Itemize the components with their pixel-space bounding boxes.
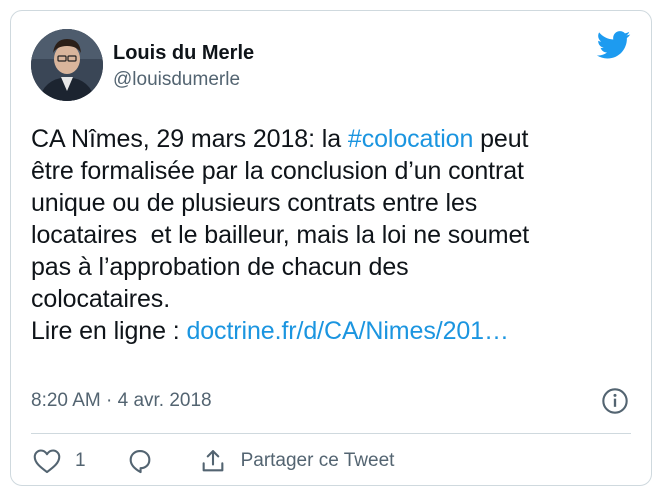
info-icon[interactable] bbox=[601, 387, 629, 415]
tweet-text-segment: peut bbox=[473, 125, 529, 153]
author-handle[interactable]: @louisdumerle bbox=[113, 67, 254, 93]
twitter-bird-icon[interactable] bbox=[596, 31, 631, 59]
tweet-line-4: locataires et le bailleur, mais la loi n… bbox=[31, 221, 530, 249]
tweet-line-3: unique ou de plusieurs contrats entre le… bbox=[31, 189, 478, 217]
tweet-timestamp[interactable]: 8:20 AM · 4 avr. 2018 bbox=[31, 389, 212, 413]
like-button[interactable]: 1 bbox=[33, 447, 86, 475]
author-display-name[interactable]: Louis du Merle bbox=[113, 41, 254, 65]
heart-icon bbox=[33, 448, 61, 474]
share-button[interactable]: Partager ce Tweet bbox=[199, 447, 395, 475]
hashtag-link[interactable]: #colocation bbox=[348, 125, 473, 153]
tweet-line-7: Lire en ligne : doctrine.fr/d/CA/Nimes/2… bbox=[31, 315, 641, 347]
tweet-line-2: être formalisée par la conclusion d’un c… bbox=[31, 157, 524, 185]
article-link[interactable]: doctrine.fr/d/CA/Nimes/201… bbox=[186, 317, 509, 345]
tweet-actions: 1 Partager ce Tweet bbox=[33, 447, 394, 475]
tweet-line-5: pas à l’approbation de chacun des bbox=[31, 253, 409, 281]
avatar[interactable] bbox=[31, 29, 103, 101]
tweet-card: Louis du Merle @louisdumerle CA Nîmes, 2… bbox=[10, 10, 652, 486]
share-icon bbox=[199, 447, 227, 475]
tweet-text-segment: CA Nîmes, 29 mars 2018: la bbox=[31, 125, 348, 153]
person-avatar-icon bbox=[31, 29, 103, 101]
reply-button[interactable] bbox=[126, 447, 154, 475]
read-online-prefix: Lire en ligne : bbox=[31, 317, 187, 345]
tweet-line-6: colocataires. bbox=[31, 285, 171, 313]
divider bbox=[31, 433, 631, 434]
tweet-line-1: CA Nîmes, 29 mars 2018: la #colocation p… bbox=[31, 123, 641, 155]
like-count: 1 bbox=[75, 450, 86, 471]
author-names: Louis du Merle @louisdumerle bbox=[113, 41, 254, 93]
share-label: Partager ce Tweet bbox=[240, 450, 395, 471]
reply-bubble-icon bbox=[126, 447, 154, 475]
tweet-header: Louis du Merle @louisdumerle bbox=[31, 29, 631, 101]
tweet-text: CA Nîmes, 29 mars 2018: la #colocation p… bbox=[31, 123, 641, 347]
